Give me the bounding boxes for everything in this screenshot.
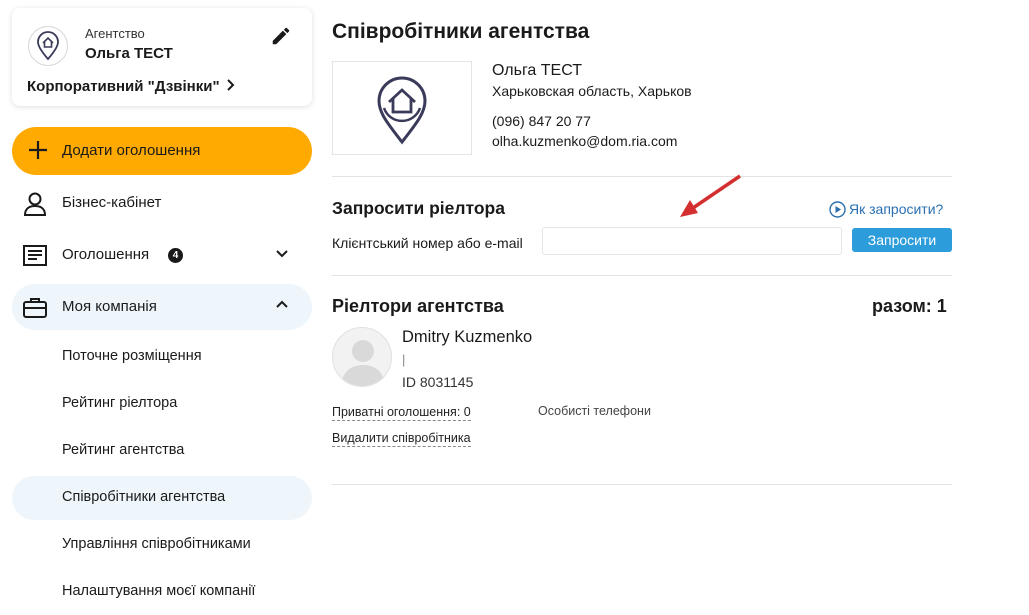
listing-icon: [22, 243, 48, 274]
add-listing-label: Додати оголошення: [62, 142, 201, 159]
agency-logo-icon: [28, 26, 68, 66]
chevron-up-icon: [274, 297, 290, 318]
page-title: Співробітники агентства: [332, 20, 590, 43]
sidebar-subitem-label: Рейтинг агентства: [62, 442, 185, 458]
personal-phones-label: Особисті телефони: [538, 404, 651, 418]
chevron-down-icon: [274, 245, 290, 266]
sidebar-subitem-employee-management[interactable]: Управління співробітниками: [12, 523, 312, 567]
add-listing-button[interactable]: Додати оголошення: [12, 127, 312, 175]
company-email: olha.kuzmenko@dom.ria.com: [492, 133, 678, 149]
realtors-section-title: Ріелтори агентства: [332, 296, 504, 316]
sidebar-item-my-company[interactable]: Моя компанія: [12, 284, 312, 330]
sidebar-item-business-cabinet[interactable]: Бізнес-кабінет: [12, 180, 312, 226]
divider: [332, 484, 952, 485]
sidebar-subitem-label: Управління співробітниками: [62, 536, 251, 552]
private-listings-link[interactable]: Приватні оголошення: 0: [332, 404, 471, 421]
realtors-total: разом: 1: [872, 296, 947, 317]
how-to-invite-label: Як запросити?: [849, 201, 944, 217]
total-label: разом:: [872, 296, 932, 316]
sidebar-subitem-label: Налаштування моєї компанії: [62, 583, 256, 599]
invite-section-title: Запросити ріелтора: [332, 198, 505, 218]
sidebar-subitem-company-settings[interactable]: Налаштування моєї компанії: [12, 570, 312, 614]
realtor-name: Dmitry Kuzmenko: [402, 328, 533, 346]
user-placeholder-icon: [341, 340, 385, 386]
realtor-id: ID 8031145: [402, 374, 474, 390]
delete-employee-link[interactable]: Видалити співробітника: [332, 430, 471, 447]
realtor-subtitle: |: [402, 352, 406, 367]
listings-count-badge: 4: [168, 248, 183, 263]
agency-kind-label: Агентство: [85, 26, 145, 41]
agency-name: Ольга ТЕСТ: [85, 45, 173, 62]
play-icon: [829, 201, 846, 221]
avatar: [332, 327, 392, 387]
sidebar-item-label: Бізнес-кабінет: [62, 194, 162, 211]
sidebar-subitem-label: Співробітники агентства: [62, 489, 226, 505]
sidebar-subitem-realtor-rating[interactable]: Рейтинг ріелтора: [12, 382, 312, 426]
tariff-link[interactable]: Корпоративний "Дзвінки": [27, 78, 236, 95]
invite-button[interactable]: Запросити: [852, 228, 952, 252]
agency-card: Агентство Ольга ТЕСТ Корпоративний "Дзві…: [12, 8, 312, 106]
sidebar-item-listings[interactable]: Оголошення 4: [12, 232, 312, 278]
sidebar-subitem-current-placement[interactable]: Поточне розміщення: [12, 335, 312, 379]
person-icon: [22, 191, 48, 222]
sidebar-item-label: Оголошення: [62, 246, 150, 263]
sidebar-subitem-agency-rating[interactable]: Рейтинг агентства: [12, 429, 312, 473]
divider: [332, 176, 952, 177]
client-number-or-email-input[interactable]: [542, 227, 842, 255]
briefcase-icon: [22, 295, 48, 326]
pencil-icon[interactable]: [270, 25, 294, 49]
sidebar-subitem-label: Поточне розміщення: [62, 348, 202, 364]
total-count: 1: [936, 296, 947, 316]
plus-icon: [26, 138, 50, 167]
tariff-label: Корпоративний "Дзвінки": [27, 78, 220, 95]
chevron-right-icon: [226, 78, 236, 95]
company-name: Ольга ТЕСТ: [492, 62, 583, 79]
divider: [332, 275, 952, 276]
company-region: Харьковская область, Харьков: [492, 83, 692, 99]
invite-field-label: Клієнтський номер або e-mail: [332, 235, 523, 251]
company-logo-icon: [332, 61, 472, 155]
annotation-arrow-icon: [680, 174, 741, 217]
sidebar-item-label: Моя компанія: [62, 298, 157, 315]
sidebar-subitem-agency-employees[interactable]: Співробітники агентства: [12, 476, 312, 520]
company-phone: (096) 847 20 77: [492, 113, 591, 129]
sidebar-subitem-label: Рейтинг ріелтора: [62, 395, 178, 411]
